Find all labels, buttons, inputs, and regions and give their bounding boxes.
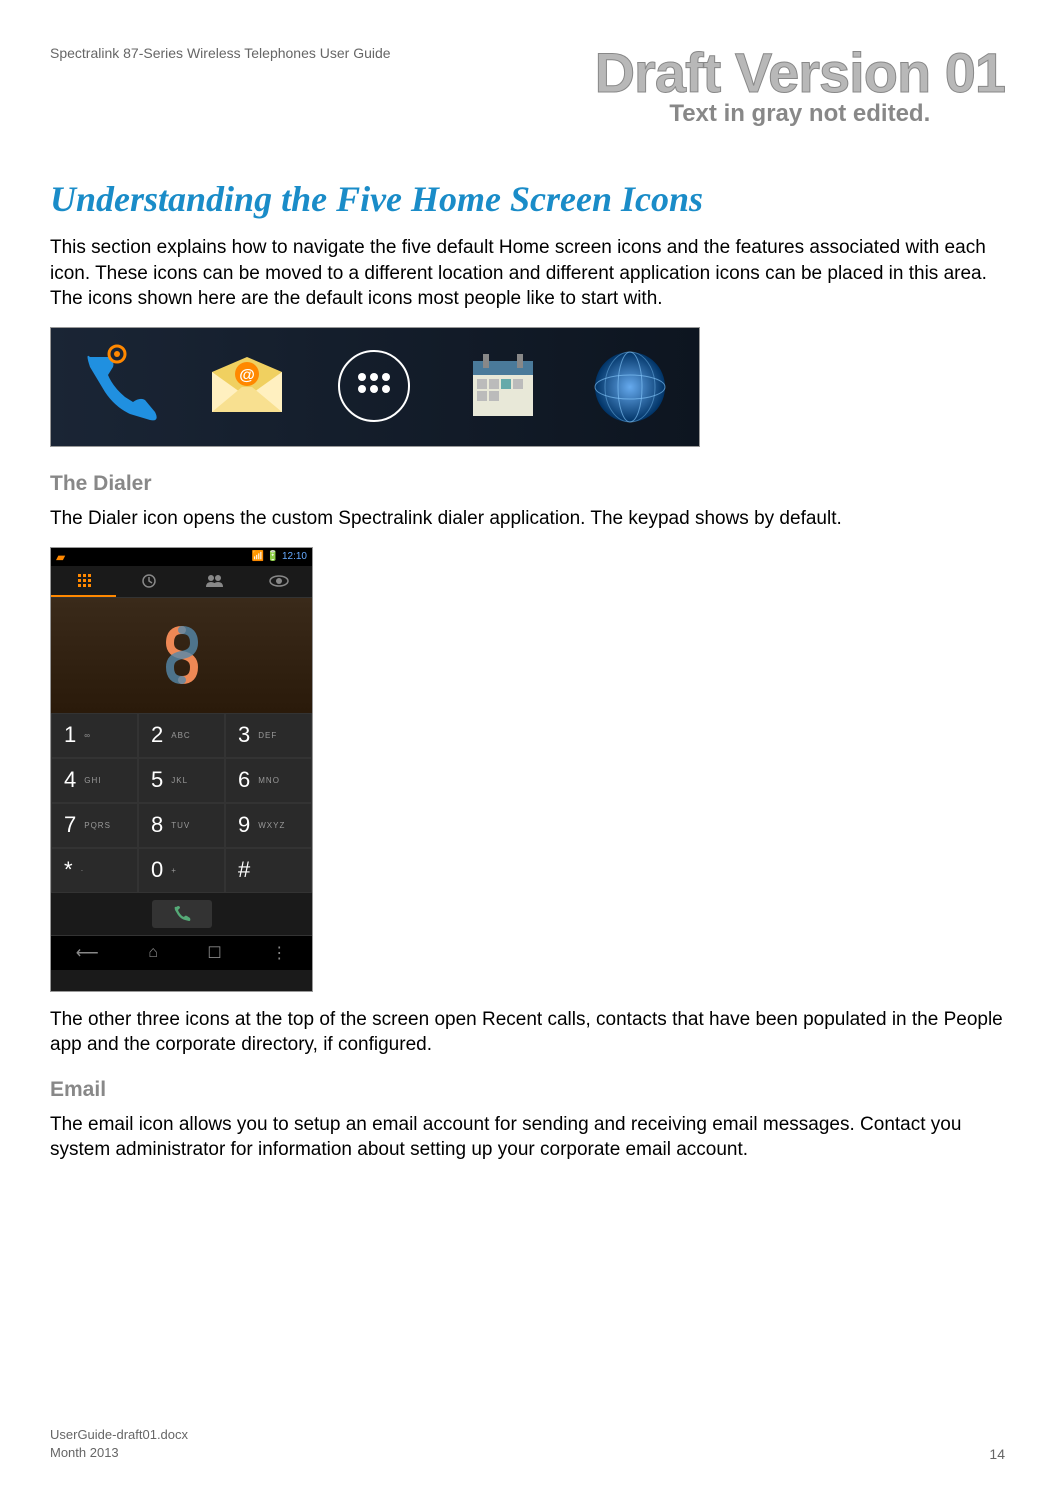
footer-date: Month 2013	[50, 1444, 188, 1462]
dialer-keypad: 1∞2ABC3DEF 4GHI5JKL6MNO 7PQRS8TUV9WXYZ *·0+…	[51, 713, 312, 893]
guide-title: Spectralink 87-Series Wireless Telephone…	[50, 40, 391, 61]
section-title: Understanding the Five Home Screen Icons	[50, 178, 1005, 220]
call-button	[152, 900, 212, 928]
email-heading: Email	[50, 1078, 1005, 1102]
dialer-icon	[70, 337, 170, 437]
directory-tab-icon	[247, 566, 312, 597]
keypad-key: 8TUV	[138, 803, 225, 848]
page-number: 14	[989, 1446, 1005, 1462]
section-intro: This section explains how to navigate th…	[50, 235, 1005, 312]
footer-filename: UserGuide-draft01.docx	[50, 1426, 188, 1444]
page-footer: UserGuide-draft01.docx Month 2013 14	[50, 1426, 1005, 1462]
keypad-key: 7PQRS	[51, 803, 138, 848]
phone-screenshot: ▰ 📶 🔋 12:10 1∞2ABC3DEF 4GHI5JKL6MNO 7PQRS8…	[50, 547, 313, 992]
email-icon: @	[197, 337, 297, 437]
keypad-key: 0+	[138, 848, 225, 893]
keypad-key: 9WXYZ	[225, 803, 312, 848]
keypad-key: *·	[51, 848, 138, 893]
browser-icon	[580, 337, 680, 437]
recent-apps-icon: ☐	[207, 943, 221, 963]
status-time: 📶 🔋 12:10	[252, 551, 308, 562]
footer-left: UserGuide-draft01.docx Month 2013	[50, 1426, 188, 1462]
keypad-key: 2ABC	[138, 713, 225, 758]
recent-tab-icon	[116, 566, 181, 597]
notification-icon: ▰	[56, 550, 65, 564]
home-icons-bar: @	[50, 327, 700, 447]
keypad-key: 5JKL	[138, 758, 225, 803]
menu-icon: ⋮	[271, 943, 287, 963]
keypad-key: 6MNO	[225, 758, 312, 803]
page-header: Spectralink 87-Series Wireless Telephone…	[50, 40, 1005, 128]
phone-status-bar: ▰ 📶 🔋 12:10	[51, 548, 312, 566]
dialer-logo-area	[51, 598, 312, 713]
keypad-key: #	[225, 848, 312, 893]
draft-title: Draft Version 01	[595, 40, 1005, 105]
keypad-key: 4GHI	[51, 758, 138, 803]
home-icon: ⌂	[148, 944, 158, 962]
dialer-text-2: The other three icons at the top of the …	[50, 1007, 1005, 1058]
back-icon: ⟵	[76, 943, 99, 963]
android-nav-bar: ⟵ ⌂ ☐ ⋮	[51, 935, 312, 970]
contacts-tab-icon	[182, 566, 247, 597]
keypad-tab-icon	[51, 566, 116, 597]
draft-watermark: Draft Version 01 Text in gray not edited…	[595, 40, 1005, 128]
keypad-key: 1∞	[51, 713, 138, 758]
svg-text:@: @	[240, 367, 256, 384]
apps-icon	[325, 337, 425, 437]
calendar-icon	[453, 337, 553, 437]
email-text: The email icon allows you to setup an em…	[50, 1112, 1005, 1163]
dialer-text-1: The Dialer icon opens the custom Spectra…	[50, 506, 1005, 532]
dialer-heading: The Dialer	[50, 472, 1005, 496]
dialer-tabs	[51, 566, 312, 598]
call-button-row	[51, 893, 312, 935]
keypad-key: 3DEF	[225, 713, 312, 758]
